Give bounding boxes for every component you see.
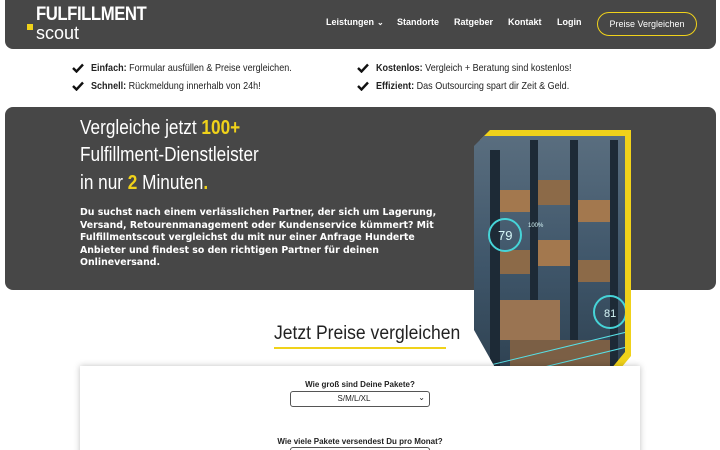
- benefit-text: Formular ausfüllen & Preise vergleichen.: [129, 62, 292, 74]
- package-size-select[interactable]: S/M/L/XL ⌄: [290, 391, 430, 407]
- packages-per-month-label: Wie viele Pakete versendest Du pro Monat…: [277, 437, 443, 446]
- hero-heading-line-1: Vergleiche jetzt 100+: [80, 116, 240, 140]
- package-size-value: S/M/L/XL: [337, 394, 371, 403]
- nav-item-leistungen-label: Leistungen: [326, 17, 375, 27]
- hero-description: Du suchst nach einem verlässlichen Partn…: [80, 207, 437, 268]
- image-overlay-percent: 100%: [528, 223, 544, 229]
- chevron-down-icon: ⌄: [377, 18, 384, 27]
- hero-heading-text: Minuten: [137, 172, 204, 194]
- image-overlay-number: 81: [604, 308, 616, 320]
- benefit-text: Rückmeldung innerhalb von 24h!: [128, 80, 261, 92]
- top-navigation-bar: FULFILLMENT scout Leistungen ⌄ Standorte …: [5, 0, 716, 49]
- image-overlay-number: 79: [498, 228, 512, 243]
- nav-item-ratgeber[interactable]: Ratgeber: [454, 17, 493, 27]
- checkmark-icon: [357, 81, 369, 91]
- benefit-title: Effizient:: [376, 80, 415, 92]
- hero-heading-text: in nur: [80, 172, 128, 194]
- nav-item-login[interactable]: Login: [557, 17, 582, 27]
- benefit-schnell: Schnell: Rückmeldung innerhalb von 24h!: [91, 80, 261, 92]
- hero-heading-highlight: 100+: [201, 117, 241, 139]
- hero-heading-line-3: in nur 2 Minuten.: [80, 171, 208, 195]
- nav-item-standorte[interactable]: Standorte: [397, 17, 439, 27]
- hero-heading-line-2: Fulfillment-Dienstleister: [80, 144, 259, 166]
- benefit-title: Schnell:: [91, 80, 127, 92]
- chevron-down-icon: ⌄: [418, 393, 425, 402]
- checkmark-icon: [72, 63, 84, 73]
- package-size-label: Wie groß sind Deine Pakete?: [305, 380, 415, 389]
- benefit-effizient: Effizient: Das Outsourcing spart dir Zei…: [376, 80, 569, 92]
- hero-heading-highlight: 2: [127, 172, 138, 194]
- benefit-title: Einfach:: [91, 62, 127, 74]
- benefit-text: Das Outsourcing spart dir Zeit & Geld.: [416, 80, 570, 92]
- warehouse-image: 79 81 100%: [474, 130, 631, 398]
- checkmark-icon: [357, 63, 369, 73]
- benefit-title: Kostenlos:: [376, 62, 423, 74]
- benefit-einfach: Einfach: Formular ausfüllen & Preise ver…: [91, 62, 292, 74]
- title-underline: [274, 347, 446, 349]
- nav-item-kontakt[interactable]: Kontakt: [508, 17, 542, 27]
- logo-yellow-square: [27, 24, 33, 30]
- benefit-kostenlos: Kostenlos: Vergleich + Beratung sind kos…: [376, 62, 572, 74]
- benefit-text: Vergleich + Beratung sind kostenlos!: [425, 62, 572, 74]
- checkmark-icon: [72, 81, 84, 91]
- logo-wordmark-top: FULFILLMENT: [36, 4, 147, 25]
- form-section-title: Jetzt Preise vergleichen: [274, 322, 461, 344]
- preise-vergleichen-button[interactable]: Preise Vergleichen: [597, 12, 697, 36]
- hero-heading-text: Vergleiche jetzt: [80, 117, 202, 139]
- nav-item-leistungen[interactable]: Leistungen ⌄: [326, 17, 384, 27]
- logo-wordmark-bottom: scout: [36, 23, 80, 43]
- fulfillmentscout-logo[interactable]: FULFILLMENT scout: [27, 5, 147, 45]
- hero-heading-highlight: .: [203, 172, 209, 194]
